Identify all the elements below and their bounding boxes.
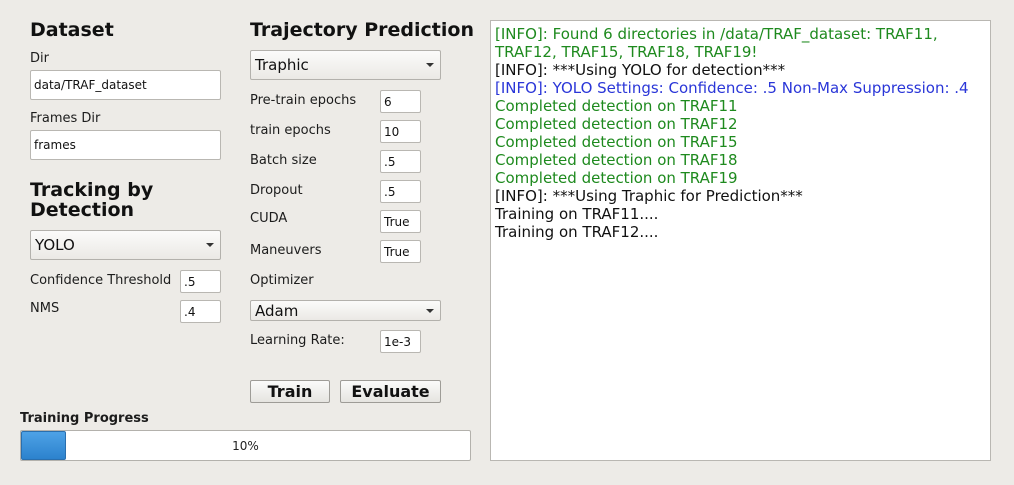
batch-size-label: Batch size: [250, 153, 317, 168]
dataset-heading: Dataset: [30, 19, 114, 41]
log-line: Completed detection on TRAF18: [495, 151, 738, 169]
model-selected-value: Traphic: [255, 56, 309, 74]
log-line: Training on TRAF11....: [495, 205, 659, 223]
cuda-input[interactable]: True: [380, 210, 421, 233]
log-line: [INFO]: YOLO Settings: Confidence: .5 No…: [495, 79, 969, 97]
train-epochs-input[interactable]: 10: [380, 120, 421, 143]
log-line: [INFO]: ***Using YOLO for detection***: [495, 61, 786, 79]
pretrain-epochs-label: Pre-train epochs: [250, 93, 357, 108]
log-line: [INFO]: ***Using Traphic for Prediction*…: [495, 187, 803, 205]
confidence-input[interactable]: .5: [180, 270, 221, 293]
log-line: Training on TRAF12....: [495, 223, 659, 241]
train-epochs-label: train epochs: [250, 123, 331, 138]
learning-rate-label: Learning Rate:: [250, 333, 345, 348]
chevron-down-icon: [426, 308, 434, 313]
log-line: Completed detection on TRAF19: [495, 169, 738, 187]
pretrain-epochs-input[interactable]: 6: [380, 90, 421, 113]
maneuvers-input[interactable]: True: [380, 240, 421, 263]
chevron-down-icon: [206, 243, 214, 247]
tracking-heading: Tracking by Detection: [30, 179, 154, 221]
chevron-down-icon: [426, 63, 434, 67]
batch-size-input[interactable]: .5: [380, 150, 421, 173]
dir-label: Dir: [30, 51, 49, 66]
detector-selected-value: YOLO: [35, 236, 75, 254]
log-line: Completed detection on TRAF11: [495, 97, 738, 115]
training-progress-label: Training Progress: [20, 411, 149, 426]
log-line: Completed detection on TRAF15: [495, 133, 738, 151]
optimizer-selected-value: Adam: [255, 301, 299, 320]
confidence-label: Confidence Threshold: [30, 273, 172, 288]
maneuvers-label: Maneuvers: [250, 243, 322, 258]
log-line: [INFO]: Found 6 directories in /data/TRA…: [495, 25, 938, 61]
model-select[interactable]: Traphic: [250, 50, 441, 80]
train-button[interactable]: Train: [250, 380, 330, 403]
nms-label: NMS: [30, 301, 60, 316]
dropout-input[interactable]: .5: [380, 180, 421, 203]
training-progress-percent: 10%: [232, 438, 259, 453]
evaluate-button[interactable]: Evaluate: [340, 380, 441, 403]
cuda-label: CUDA: [250, 211, 288, 226]
prediction-heading: Trajectory Prediction: [250, 19, 474, 41]
frames-dir-input[interactable]: frames: [30, 130, 221, 160]
frames-dir-label: Frames Dir: [30, 111, 101, 126]
dropout-label: Dropout: [250, 183, 303, 198]
log-line: Completed detection on TRAF12: [495, 115, 738, 133]
training-progress-bar: 10%: [20, 430, 471, 461]
learning-rate-input[interactable]: 1e-3: [380, 330, 421, 353]
detector-select[interactable]: YOLO: [30, 230, 221, 260]
optimizer-select[interactable]: Adam: [250, 300, 441, 321]
optimizer-label: Optimizer: [250, 273, 314, 288]
log-output[interactable]: [INFO]: Found 6 directories in /data/TRA…: [490, 20, 991, 461]
dir-input[interactable]: data/TRAF_dataset: [30, 70, 221, 100]
nms-input[interactable]: .4: [180, 300, 221, 323]
